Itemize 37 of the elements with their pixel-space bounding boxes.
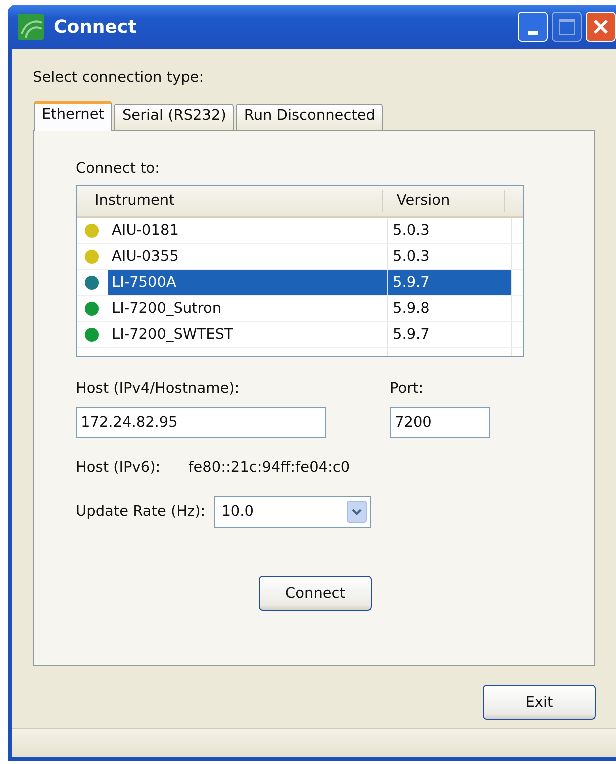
- port-label: Port:: [390, 381, 425, 399]
- instrument-name: AIU-0181: [111, 222, 180, 240]
- column-header[interactable]: Instrument: [77, 190, 383, 212]
- tab[interactable]: Serial (RS232): [114, 104, 234, 130]
- maximize-button[interactable]: [552, 12, 582, 42]
- instrument-name: LI-7200_SWTEST: [111, 326, 234, 344]
- version-cell: 5.9.7: [388, 322, 512, 347]
- version-cell: 5.9.8: [388, 296, 512, 321]
- minimize-button[interactable]: [518, 12, 548, 42]
- version-cell: 5.0.3: [388, 244, 512, 269]
- app-logo-icon: [18, 14, 44, 40]
- close-button[interactable]: [586, 12, 616, 42]
- update-rate-dropdown[interactable]: 10.0: [214, 496, 371, 528]
- window-title: Connect: [54, 16, 137, 38]
- instrument-row[interactable]: LI-7500A 5.9.7: [77, 270, 523, 296]
- instrument-row[interactable]: LI-7200_SWTEST 5.9.7: [77, 322, 523, 348]
- instrument-name: AIU-0355: [111, 248, 180, 266]
- column-header[interactable]: Version: [382, 190, 505, 212]
- connect-to-label: Connect to:: [76, 161, 162, 179]
- instrument-name: LI-7200_Sutron: [111, 300, 223, 318]
- connection-type-label: Select connection type:: [33, 70, 206, 88]
- instrument-row[interactable]: LI-7200_Sutron 5.9.8: [77, 296, 523, 322]
- ipv6-value: fe80::21c:94ff:fe04:c0: [188, 460, 350, 476]
- host-field[interactable]: 172.24.82.95: [76, 407, 326, 438]
- connect-button[interactable]: Connect: [259, 576, 372, 611]
- close-icon: [591, 17, 611, 37]
- instrument-name: LI-7500A: [108, 270, 387, 295]
- tab[interactable]: Ethernet: [34, 101, 112, 131]
- tab[interactable]: Run Disconnected: [236, 104, 384, 130]
- ipv6-label: Host (IPv6):: [76, 460, 161, 476]
- update-rate-label: Update Rate (Hz):: [76, 504, 206, 520]
- version-cell: 5.0.3: [388, 218, 512, 243]
- port-field[interactable]: 7200: [390, 407, 490, 438]
- exit-button[interactable]: Exit: [483, 685, 596, 720]
- host-label: Host (IPv4/Hostname):: [76, 381, 241, 399]
- instrument-row[interactable]: AIU-0181 5.0.3: [77, 218, 523, 244]
- version-cell: 5.9.7: [388, 270, 512, 295]
